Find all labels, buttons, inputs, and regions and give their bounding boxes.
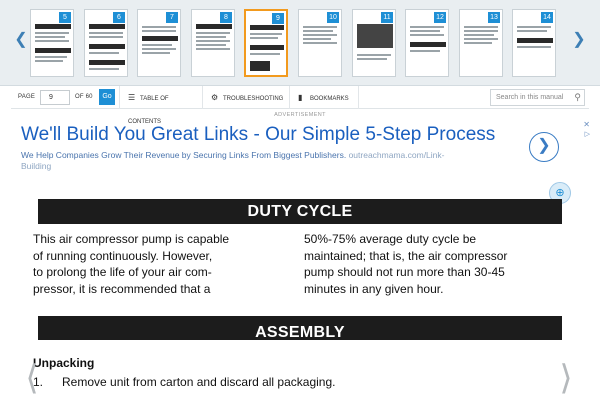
ad-banner[interactable]: We'll Build You Great Links - Our Simple… [15, 120, 590, 172]
thumbnail-page-number: 8 [220, 12, 232, 23]
page-thumbnail-strip: ❮ 5 6 7 8 9 10 11 12 13 14 ❯ [0, 0, 600, 86]
thumbnail-page-number: 11 [381, 12, 393, 23]
text-line: minutes in any given hour. [304, 281, 444, 296]
thumbnail-page[interactable]: 5 [30, 9, 74, 77]
duty-cycle-heading: DUTY CYCLE [38, 199, 562, 224]
text-line: pressor, it is recommended that a [33, 281, 211, 296]
page-label: PAGE [18, 94, 36, 100]
thumbnail-page-number: 14 [541, 12, 553, 23]
ad-open-button[interactable]: ❯ [529, 132, 559, 162]
gears-icon: ⚙ [211, 93, 219, 102]
text-line: This air compressor pump is capable [33, 232, 230, 246]
text-line: to prolong the life of your air com- [33, 265, 212, 279]
ad-choices-icon[interactable]: ▷ [585, 130, 590, 138]
text-line: 50%-75% average duty cycle be [304, 232, 477, 246]
duty-cycle-left-column: This air compressor pump is capable of r… [33, 231, 229, 297]
thumbnail-page[interactable]: 14 [512, 9, 556, 77]
thumbnail-page[interactable]: 12 [405, 9, 449, 77]
page-number-input[interactable] [40, 90, 70, 105]
thumbnail-page-number: 5 [59, 12, 71, 23]
tab-label: BOOKMARKS [310, 96, 349, 102]
ad-description-text: We Help Companies Grow Their Revenue by … [21, 150, 347, 160]
search-input[interactable]: Search in this manual ⚲ [490, 89, 585, 106]
previous-page-icon[interactable]: ⟨ [22, 360, 42, 396]
duty-cycle-right-column: 50%-75% average duty cycle be maintained… [304, 231, 507, 297]
chevron-right-icon[interactable]: ❯ [572, 30, 586, 50]
chevron-left-icon[interactable]: ❮ [14, 30, 28, 50]
tab-table-of-contents[interactable]: ☰ TABLE OF CONTENTS [119, 86, 201, 125]
ad-source-link-continued[interactable]: Building [21, 161, 51, 171]
thumbnail-page-number: 10 [327, 12, 339, 23]
ad-close-icon[interactable]: ✕ [583, 120, 590, 129]
thumbnail-page[interactable]: 11 [352, 9, 396, 77]
thumbnail-page[interactable]: 13 [459, 9, 503, 77]
tab-bookmarks[interactable]: ▮ BOOKMARKS [289, 86, 359, 109]
tab-label: TROUBLESHOOTING [223, 96, 284, 102]
thumbnail-page-number: 13 [488, 12, 500, 23]
ad-description: We Help Companies Grow Their Revenue by … [21, 150, 506, 172]
go-button[interactable]: Go [99, 89, 115, 105]
thumbnail-page[interactable]: 10 [298, 9, 342, 77]
tab-troubleshooting[interactable]: ⚙ TROUBLESHOOTING [202, 86, 288, 109]
unpacking-heading: Unpacking [33, 356, 95, 370]
page-count-label: OF 60 [75, 94, 93, 100]
next-page-icon[interactable]: ⟩ [556, 360, 576, 396]
list-icon: ☰ [128, 93, 136, 102]
ad-source-link[interactable]: outreachmama.com/Link- [349, 150, 445, 160]
search-placeholder: Search in this manual [496, 94, 564, 101]
bookmark-icon: ▮ [298, 93, 303, 102]
search-icon[interactable]: ⚲ [574, 90, 581, 105]
ad-title[interactable]: We'll Build You Great Links - Our Simple… [21, 124, 495, 146]
thumbnail-page-number: 6 [113, 12, 125, 23]
manual-toolbar: PAGE OF 60 Go ☰TABLE OF CONTENTS ⚙ TROUBL… [11, 86, 589, 125]
text-line: pump should not run more than 30-45 [304, 265, 505, 279]
thumbnail-page-active[interactable]: 9 [244, 9, 288, 77]
thumbnail-page-number: 9 [272, 13, 284, 24]
thumbnail-page[interactable]: 8 [191, 9, 235, 77]
assembly-heading: ASSEMBLY [38, 316, 562, 340]
text-line: of running continuously. However, [33, 248, 213, 263]
step-text: Remove unit from carton and discard all … [62, 375, 336, 389]
advertisement-label: ADVERTISEMENT [274, 112, 326, 118]
thumbnail-page-number: 7 [166, 12, 178, 23]
thumbnail-page-number: 12 [434, 12, 446, 23]
text-line: maintained; that is, the air compressor [304, 248, 508, 263]
thumbnail-page[interactable]: 6 [84, 9, 128, 77]
thumbnail-page[interactable]: 7 [137, 9, 181, 77]
